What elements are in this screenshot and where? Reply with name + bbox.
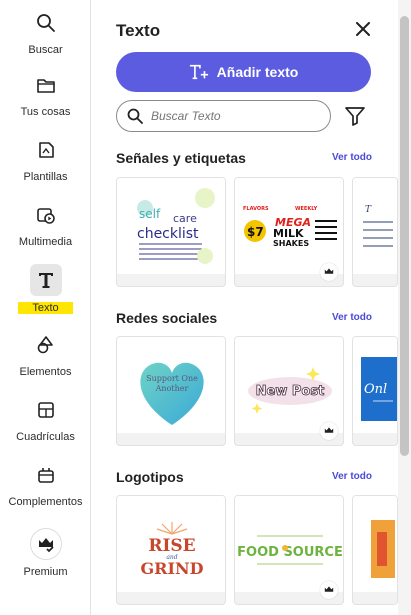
template-card-partial-online[interactable]: Onl bbox=[352, 336, 398, 446]
premium-badge bbox=[320, 263, 338, 281]
search-field[interactable] bbox=[116, 100, 331, 132]
card-preview: FOOD SOURCE bbox=[235, 496, 343, 592]
rail-label: Tus cosas bbox=[20, 106, 71, 118]
folder-icon bbox=[31, 70, 61, 100]
card-preview: Onl bbox=[353, 337, 397, 433]
card-preview: New Post bbox=[235, 337, 343, 433]
card-text: care bbox=[173, 212, 197, 225]
rail-item-addons[interactable]: Complementos bbox=[0, 460, 91, 508]
rail-label: Plantillas bbox=[23, 171, 68, 183]
rail-item-templates[interactable]: Plantillas bbox=[0, 135, 91, 183]
panel-title: Texto bbox=[116, 21, 161, 40]
rail-item-premium[interactable]: Premium bbox=[0, 528, 91, 578]
card-text: FLAVORS bbox=[243, 206, 269, 212]
card-preview: Support One Another bbox=[117, 337, 225, 433]
card-text: checklist bbox=[137, 226, 199, 242]
rail-label: Texto bbox=[18, 302, 73, 314]
template-card-rise-and-grind[interactable]: RISE and GRIND bbox=[116, 495, 226, 605]
close-button[interactable] bbox=[352, 18, 374, 40]
card-preview: T bbox=[353, 178, 397, 274]
filter-icon bbox=[345, 107, 365, 126]
text-icon bbox=[29, 264, 62, 296]
card-preview: self care checklist bbox=[117, 178, 225, 274]
add-text-label: Añadir texto bbox=[216, 64, 299, 80]
template-card-partial-logo[interactable] bbox=[352, 495, 398, 605]
rail-label: Multimedia bbox=[18, 236, 73, 248]
text-panel-app: Buscar Tus cosas Plantillas Multimedia T… bbox=[0, 0, 411, 615]
template-card-support-one-another[interactable]: Support One Another bbox=[116, 336, 226, 446]
crown-icon bbox=[324, 427, 334, 433]
add-text-icon bbox=[189, 64, 208, 80]
crown-icon bbox=[29, 528, 62, 560]
card-text: WEEKLY bbox=[295, 206, 318, 212]
add-text-button[interactable]: Añadir texto bbox=[116, 52, 371, 92]
see-all-link[interactable]: Ver todo bbox=[332, 152, 372, 163]
card-text: SHAKES bbox=[273, 239, 309, 248]
shapes-icon bbox=[31, 330, 61, 360]
card-text: self bbox=[139, 207, 161, 221]
section-title: Señales y etiquetas bbox=[116, 150, 246, 166]
addons-icon bbox=[31, 460, 61, 490]
card-preview bbox=[353, 496, 397, 592]
grid-icon bbox=[31, 395, 61, 425]
close-icon bbox=[356, 22, 370, 36]
crown-icon bbox=[324, 586, 334, 592]
template-card-new-post[interactable]: New Post bbox=[234, 336, 344, 446]
section-title: Logotipos bbox=[116, 469, 184, 485]
rail-label: Premium bbox=[23, 566, 68, 578]
card-text: GRIND bbox=[141, 559, 204, 578]
card-text: Onl bbox=[364, 382, 387, 397]
crown-icon bbox=[324, 268, 334, 274]
rail-item-search[interactable]: Buscar bbox=[0, 8, 91, 56]
filter-button[interactable] bbox=[344, 105, 366, 127]
section-title: Redes sociales bbox=[116, 310, 218, 326]
card-text: New Post bbox=[256, 384, 325, 399]
card-text: Another bbox=[155, 384, 189, 393]
template-card-mega-milk-shakes[interactable]: FLAVORS WEEKLY $7 MEGA MILK SHAKES bbox=[234, 177, 344, 287]
rail-item-text[interactable]: Texto bbox=[0, 264, 91, 314]
card-preview: FLAVORS WEEKLY $7 MEGA MILK SHAKES bbox=[235, 178, 343, 274]
rail-label: Elementos bbox=[19, 366, 72, 378]
card-text: $7 bbox=[247, 225, 264, 239]
rail-item-media[interactable]: Multimedia bbox=[0, 200, 91, 248]
templates-icon bbox=[31, 135, 61, 165]
see-all-link[interactable]: Ver todo bbox=[332, 312, 372, 323]
text-panel: Texto Añadir texto Señales y etiquetas V… bbox=[92, 0, 398, 615]
svg-text:T: T bbox=[365, 205, 372, 215]
template-card-self-care-checklist[interactable]: self care checklist bbox=[116, 177, 226, 287]
rail-item-your-stuff[interactable]: Tus cosas bbox=[0, 70, 91, 118]
template-card-partial-list[interactable]: T bbox=[352, 177, 398, 287]
premium-badge bbox=[320, 581, 338, 599]
left-rail: Buscar Tus cosas Plantillas Multimedia T… bbox=[0, 0, 91, 615]
card-text: FOOD SOURCE bbox=[237, 545, 343, 560]
search-icon bbox=[127, 108, 143, 124]
rail-label: Cuadrículas bbox=[16, 431, 75, 443]
panel-scrollbar-thumb[interactable] bbox=[400, 16, 409, 456]
template-card-food-source[interactable]: FOOD SOURCE bbox=[234, 495, 344, 605]
media-icon bbox=[31, 200, 61, 230]
premium-badge bbox=[320, 422, 338, 440]
see-all-link[interactable]: Ver todo bbox=[332, 471, 372, 482]
card-text: RISE bbox=[148, 536, 195, 556]
card-preview: RISE and GRIND bbox=[117, 496, 225, 592]
rail-label: Complementos bbox=[8, 496, 83, 508]
rail-item-grids[interactable]: Cuadrículas bbox=[0, 395, 91, 443]
search-icon bbox=[31, 8, 61, 38]
card-text: Support One bbox=[146, 374, 198, 383]
search-input[interactable] bbox=[151, 109, 311, 123]
rail-label: Buscar bbox=[28, 44, 63, 56]
rail-item-elements[interactable]: Elementos bbox=[0, 330, 91, 378]
